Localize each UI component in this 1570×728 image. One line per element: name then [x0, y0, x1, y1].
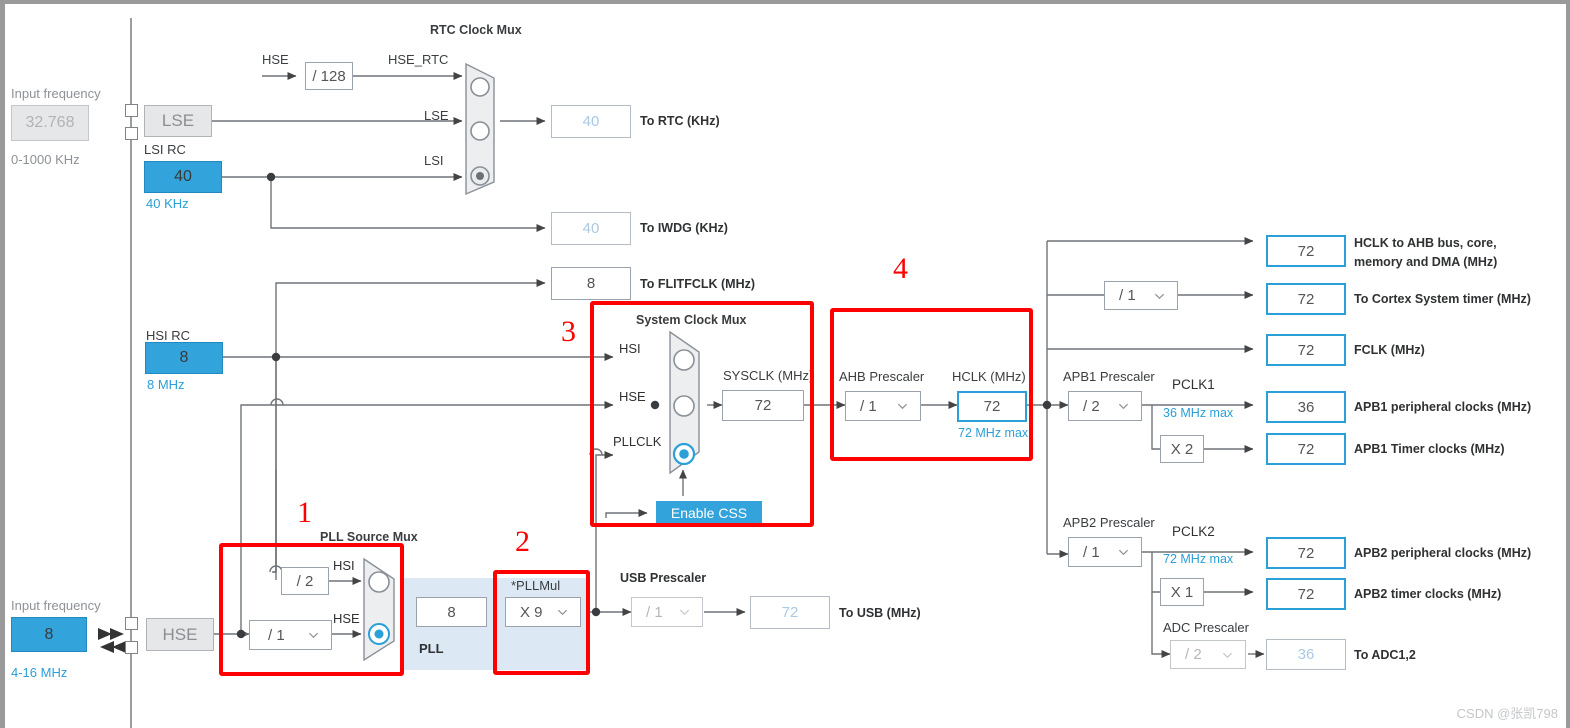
- chevron-down-icon: [679, 609, 690, 616]
- rtc-output-label: To RTC (KHz): [640, 114, 720, 128]
- annotation-number-4: 4: [893, 252, 908, 285]
- lsi-value[interactable]: 40: [144, 161, 222, 193]
- hclk-ahb-label-line2: memory and DMA (MHz): [1354, 255, 1498, 269]
- iwdg-output-label: To IWDG (KHz): [640, 221, 728, 235]
- apb2-timer-multiplier: X 1: [1160, 578, 1204, 606]
- usb-prescaler-select[interactable]: / 1: [631, 597, 703, 627]
- apb1-timer-output-value[interactable]: 72: [1266, 433, 1346, 465]
- apb2-max-label: 72 MHz max: [1163, 552, 1234, 566]
- iwdg-output-value: 40: [551, 212, 631, 245]
- pll-band-label: PLL: [419, 641, 444, 656]
- cortex-timer-output-label: To Cortex System timer (MHz): [1354, 292, 1531, 306]
- flitfclk-output-label: To FLITFCLK (MHz): [640, 277, 756, 291]
- adc-output-value: 36: [1266, 639, 1346, 670]
- cortex-timer-prescaler-value: / 1: [1119, 287, 1136, 304]
- hse-input-frequency-value[interactable]: 8: [11, 617, 87, 652]
- lsi-title: LSI RC: [144, 142, 186, 157]
- lse-pin-in[interactable]: [125, 104, 138, 117]
- rtc-output-value: 40: [551, 105, 631, 138]
- apb2-timer-output-label: APB2 timer clocks (MHz): [1354, 587, 1502, 601]
- hse-input-frequency-label: Input frequency: [11, 598, 101, 613]
- apb2-peripheral-output-value[interactable]: 72: [1266, 537, 1346, 569]
- adc-prescaler-title: ADC Prescaler: [1163, 620, 1249, 635]
- apb1-prescaler-select[interactable]: / 2: [1068, 391, 1142, 421]
- annotation-box-3: [590, 301, 814, 527]
- rtc-mux-input-lse-label: LSE: [424, 108, 449, 123]
- hse-pin-in[interactable]: [125, 617, 138, 630]
- apb2-timer-output-value[interactable]: 72: [1266, 578, 1346, 610]
- annotation-number-1: 1: [297, 496, 312, 529]
- pll-input-value: 8: [416, 597, 487, 627]
- frame-top-border: [0, 0, 1570, 4]
- lse-input-frequency-value[interactable]: 32.768: [11, 105, 89, 141]
- apb1-peripheral-output-value[interactable]: 36: [1266, 391, 1346, 423]
- annotation-box-4: [830, 308, 1033, 461]
- rtc-clock-mux-shape[interactable]: [462, 62, 510, 196]
- adc-prescaler-value: / 2: [1185, 646, 1202, 663]
- pclk2-label: PCLK2: [1172, 524, 1215, 539]
- lse-pin-out[interactable]: [125, 127, 138, 140]
- annotation-box-2: [493, 570, 590, 675]
- hclk-ahb-output-value[interactable]: 72: [1266, 235, 1346, 267]
- apb1-timer-multiplier: X 2: [1160, 435, 1204, 463]
- cortex-timer-prescaler-select[interactable]: / 1: [1104, 281, 1178, 310]
- pll-source-mux-title: PLL Source Mux: [320, 530, 418, 544]
- usb-prescaler-value: / 1: [646, 603, 663, 621]
- hclk-ahb-output-label: HCLK to AHB bus, core, memory and DMA (M…: [1354, 236, 1569, 270]
- apb2-prescaler-title: APB2 Prescaler: [1063, 515, 1155, 530]
- chevron-down-icon: [1118, 549, 1129, 556]
- annotation-number-3: 3: [561, 315, 576, 348]
- pclk1-label: PCLK1: [1172, 377, 1215, 392]
- hsi-value[interactable]: 8: [145, 342, 223, 374]
- apb2-peripheral-output-label: APB2 peripheral clocks (MHz): [1354, 546, 1532, 560]
- apb1-max-label: 36 MHz max: [1163, 406, 1234, 420]
- lsi-unit-label: 40 KHz: [146, 196, 189, 211]
- clock-configuration-diagram: Input frequency 32.768 0-1000 KHz LSE LS…: [0, 0, 1570, 728]
- hse-rtc-label: HSE_RTC: [388, 52, 449, 67]
- flitfclk-output-value: 8: [551, 267, 631, 300]
- hse-div128-box: / 128: [305, 62, 353, 90]
- hse-div128-input-label: HSE: [262, 52, 289, 67]
- lse-oscillator-box[interactable]: LSE: [144, 105, 212, 137]
- adc-output-label: To ADC1,2: [1354, 648, 1416, 662]
- chevron-down-icon: [1222, 652, 1233, 658]
- hse-range-label: 4-16 MHz: [11, 665, 68, 680]
- hse-oscillator-box[interactable]: HSE: [146, 618, 214, 651]
- cortex-timer-output-value[interactable]: 72: [1266, 283, 1346, 315]
- hclk-ahb-label-line1: HCLK to AHB bus, core,: [1354, 236, 1497, 250]
- rtc-clock-mux-title: RTC Clock Mux: [430, 23, 522, 37]
- usb-prescaler-title: USB Prescaler: [620, 571, 707, 585]
- lse-range-label: 0-1000 KHz: [11, 152, 80, 167]
- fclk-output-value[interactable]: 72: [1266, 334, 1346, 366]
- hsi-title: HSI RC: [146, 328, 191, 343]
- hse-pin-out[interactable]: [125, 641, 138, 654]
- chevron-down-icon: [1154, 293, 1165, 299]
- hsi-unit-label: 8 MHz: [147, 377, 185, 392]
- usb-output-label: To USB (MHz): [839, 606, 921, 620]
- lse-input-frequency-label: Input frequency: [11, 86, 101, 101]
- annotation-number-2: 2: [515, 525, 530, 558]
- apb1-prescaler-title: APB1 Prescaler: [1063, 369, 1155, 384]
- apb1-prescaler-value: / 2: [1083, 397, 1100, 415]
- frame-right-border: [1566, 0, 1570, 728]
- apb1-timer-output-label: APB1 Timer clocks (MHz): [1354, 442, 1505, 456]
- annotation-box-1: [219, 543, 404, 676]
- watermark: CSDN @张凯798: [1456, 706, 1558, 721]
- frame-left-border: [0, 0, 5, 728]
- rtc-mux-input-lsi-label: LSI: [424, 153, 444, 168]
- usb-output-value: 72: [750, 596, 830, 629]
- fclk-output-label: FCLK (MHz): [1354, 343, 1425, 357]
- chevron-down-icon: [1118, 403, 1129, 410]
- apb1-peripheral-output-label: APB1 peripheral clocks (MHz): [1354, 400, 1532, 414]
- apb2-prescaler-value: / 1: [1083, 543, 1100, 561]
- adc-prescaler-select[interactable]: / 2: [1170, 640, 1246, 669]
- apb2-prescaler-select[interactable]: / 1: [1068, 537, 1142, 567]
